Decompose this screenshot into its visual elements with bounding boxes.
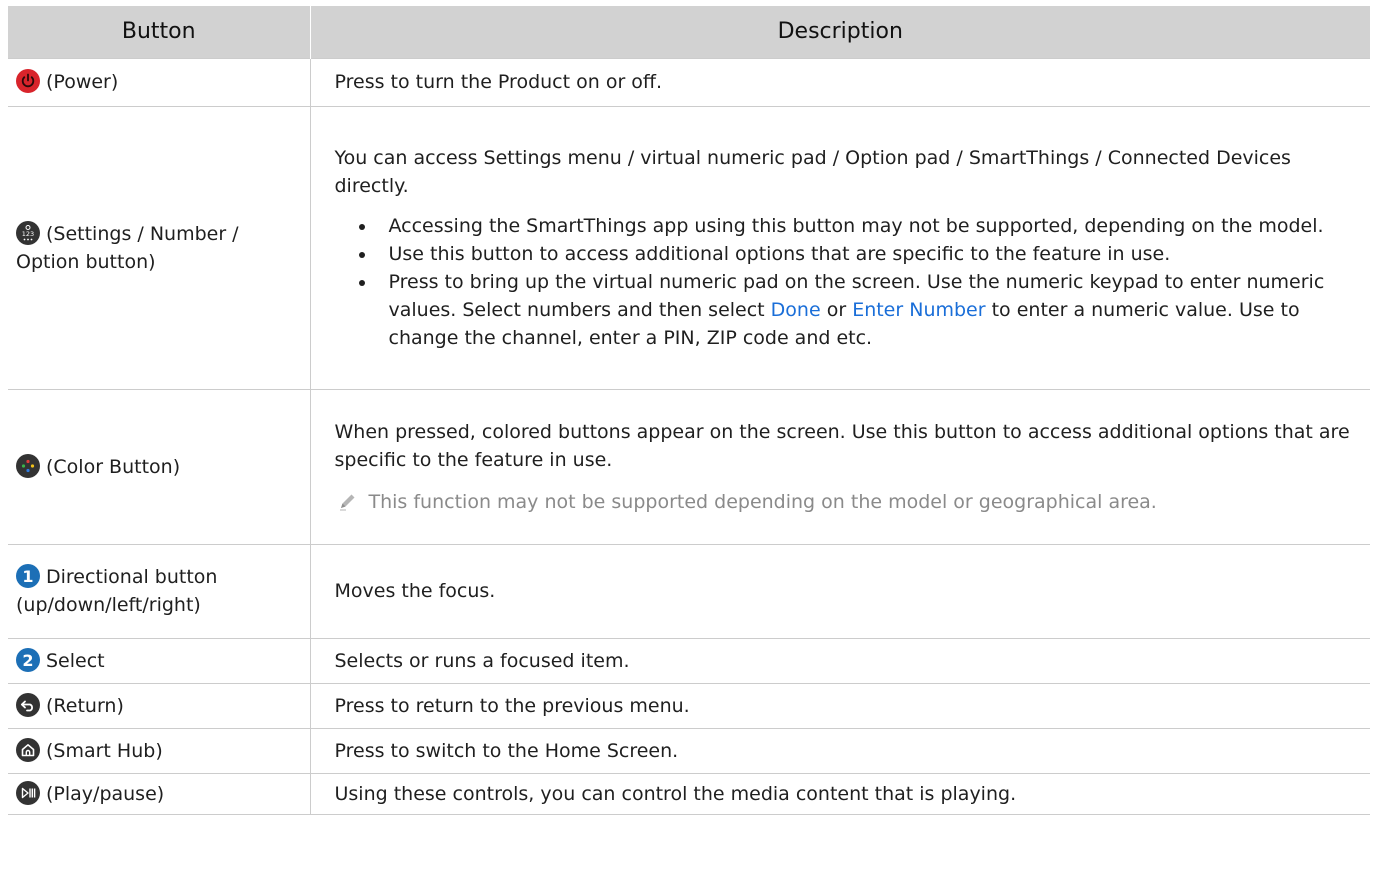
- description-cell-select: Selects or runs a focused item.: [309, 637, 1370, 684]
- number-two-badge-icon: 2: [16, 647, 40, 672]
- directional-label: Directional button (up/down/left/right): [16, 566, 218, 616]
- select-label: Select: [46, 649, 105, 672]
- description-cell-power: Press to turn the Product on or off.: [309, 57, 1370, 107]
- pencil-note-icon: [339, 494, 354, 510]
- button-cell-select: 2 Select: [8, 637, 311, 684]
- button-cell-settings: 123 (Settings / Number / Option button): [8, 105, 311, 390]
- description-cell-smarthub: Press to switch to the Home Screen.: [309, 727, 1370, 774]
- table-row: 123 (Settings / Number / Option button) …: [8, 105, 1370, 390]
- table-header-row: Button Description: [8, 6, 1370, 58]
- description-cell-playpause: Using these controls, you can control th…: [309, 772, 1370, 815]
- bullet-text: or: [820, 298, 853, 321]
- list-item: Accessing the SmartThings app using this…: [335, 212, 1351, 240]
- button-cell-color: (Color Button): [8, 388, 311, 545]
- description-cell-color: When pressed, colored buttons appear on …: [309, 388, 1370, 545]
- playpause-label: (Play/pause): [46, 782, 165, 805]
- return-icon: [16, 692, 40, 717]
- remote-buttons-table: Button Description (Power) Press to turn…: [8, 6, 1370, 815]
- smarthub-label: (Smart Hub): [46, 739, 163, 762]
- description-cell-return: Press to return to the previous menu.: [309, 682, 1370, 729]
- header-button: Button: [8, 6, 310, 58]
- description-cell-directional: Moves the focus.: [309, 543, 1370, 639]
- note-text: This function may not be supported depen…: [368, 490, 1157, 513]
- button-cell-smarthub: (Smart Hub): [8, 727, 311, 774]
- color-description: When pressed, colored buttons appear on …: [334, 420, 1350, 471]
- table-row: 1 Directional button (up/down/left/right…: [8, 543, 1370, 639]
- settings-number-icon: 123: [16, 220, 40, 245]
- table-row: (Smart Hub) Press to switch to the Home …: [8, 727, 1370, 774]
- button-cell-directional: 1 Directional button (up/down/left/right…: [8, 543, 311, 639]
- number-one-badge-icon: 1: [16, 564, 40, 588]
- svg-text:123: 123: [22, 230, 34, 238]
- play-pause-icon: [16, 780, 40, 805]
- note: This function may not be supported depen…: [335, 488, 1351, 516]
- table-row: (Power) Press to turn the Product on or …: [8, 57, 1370, 107]
- power-label: (Power): [46, 71, 119, 93]
- home-icon: [16, 737, 40, 762]
- power-icon: [16, 69, 40, 93]
- list-item: Use this button to access additional opt…: [335, 240, 1351, 268]
- color-button-icon: [16, 453, 40, 478]
- table-row: (Color Button) When pressed, colored but…: [8, 388, 1370, 545]
- done-link: Done: [770, 298, 821, 321]
- return-label: (Return): [46, 694, 124, 717]
- svg-text:1: 1: [22, 567, 33, 586]
- header-description: Description: [309, 6, 1370, 58]
- button-cell-return: (Return): [8, 682, 311, 729]
- table-row: 2 Select Selects or runs a focused item.: [8, 637, 1370, 684]
- settings-bullet-list: Accessing the SmartThings app using this…: [335, 212, 1351, 352]
- svg-text:2: 2: [22, 651, 33, 670]
- button-cell-playpause: (Play/pause): [8, 772, 311, 815]
- button-cell-power: (Power): [8, 57, 311, 107]
- color-label: (Color Button): [46, 455, 181, 478]
- table-row: (Return) Press to return to the previous…: [8, 682, 1370, 729]
- list-item: Press to bring up the virtual numeric pa…: [335, 268, 1351, 352]
- settings-description: You can access Settings menu / virtual n…: [334, 146, 1291, 197]
- table-row: (Play/pause) Using these controls, you c…: [8, 772, 1370, 815]
- enter-number-link: Enter Number: [852, 298, 986, 321]
- settings-label: (Settings / Number / Option button): [16, 222, 239, 273]
- description-cell-settings: You can access Settings menu / virtual n…: [309, 105, 1370, 390]
